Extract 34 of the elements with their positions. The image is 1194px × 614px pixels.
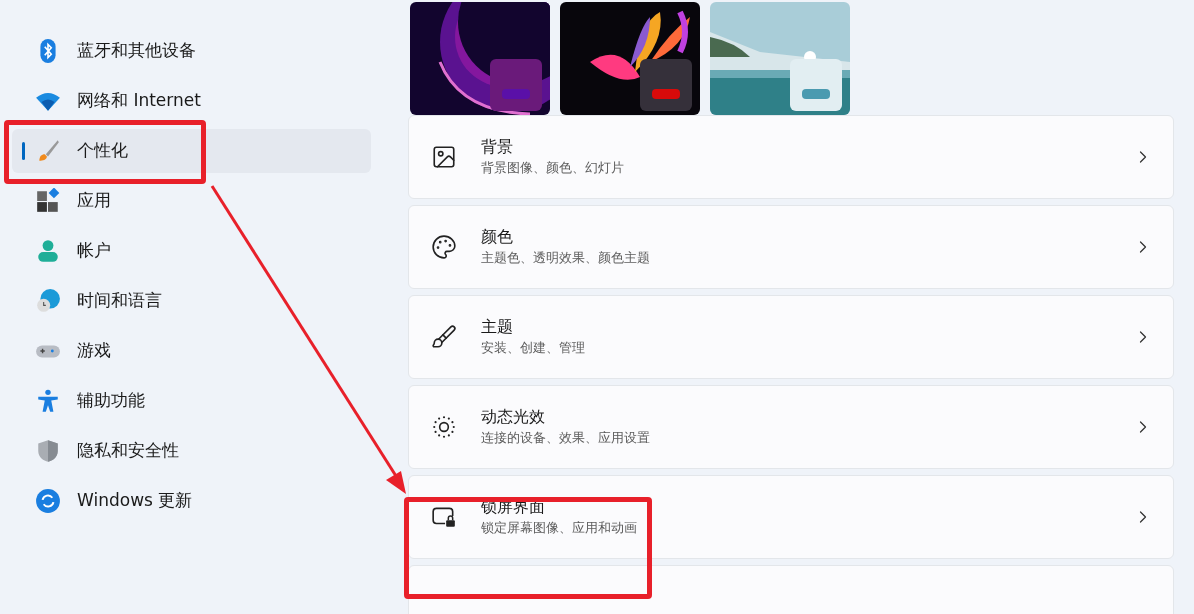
sidebar-item[interactable]: 蓝牙和其他设备 bbox=[12, 29, 371, 73]
card-title: 颜色 bbox=[481, 226, 514, 248]
card-title: 背景 bbox=[481, 136, 514, 158]
settings-card[interactable]: 主题 安装、创建、管理 bbox=[408, 295, 1174, 379]
sidebar-item[interactable]: Windows 更新 bbox=[12, 479, 371, 523]
sidebar-item[interactable]: 帐户 bbox=[12, 229, 371, 273]
sidebar-item[interactable]: 应用 bbox=[12, 179, 371, 223]
person-icon bbox=[35, 238, 61, 264]
palette-icon bbox=[431, 234, 457, 260]
light-rays-icon bbox=[431, 414, 457, 440]
shield-icon bbox=[35, 438, 61, 464]
card-subtitle: 背景图像、颜色、幻灯片 bbox=[481, 159, 625, 177]
sidebar-item[interactable]: 辅助功能 bbox=[12, 379, 371, 423]
image-icon bbox=[431, 144, 457, 170]
apps-icon bbox=[35, 188, 61, 214]
settings-card[interactable]: 颜色 主题色、透明效果、颜色主题 bbox=[408, 205, 1174, 289]
sidebar-item[interactable]: 隐私和安全性 bbox=[12, 429, 371, 473]
sidebar-item[interactable]: 个性化 bbox=[12, 129, 371, 173]
card-subtitle: 锁定屏幕图像、应用和动画 bbox=[481, 519, 638, 537]
globe-clock-icon bbox=[35, 288, 61, 314]
card-subtitle: 安装、创建、管理 bbox=[481, 339, 586, 357]
sync-icon bbox=[35, 488, 61, 514]
brush-icon bbox=[431, 324, 457, 350]
card-title: 主题 bbox=[481, 316, 514, 338]
sidebar-item[interactable]: 时间和语言 bbox=[12, 279, 371, 323]
card-subtitle: 主题色、透明效果、颜色主题 bbox=[481, 249, 651, 267]
sidebar-item[interactable]: 网络和 Internet bbox=[12, 79, 371, 123]
card-subtitle: 连接的设备、效果、应用设置 bbox=[481, 429, 651, 447]
selection-indicator bbox=[22, 142, 25, 160]
sidebar-item[interactable]: 游戏 bbox=[12, 329, 371, 373]
settings-card[interactable]: 背景 背景图像、颜色、幻灯片 bbox=[408, 115, 1174, 199]
settings-card[interactable]: 动态光效 连接的设备、效果、应用设置 bbox=[408, 385, 1174, 469]
accessibility-icon bbox=[35, 388, 61, 414]
card-title: 动态光效 bbox=[481, 406, 546, 428]
